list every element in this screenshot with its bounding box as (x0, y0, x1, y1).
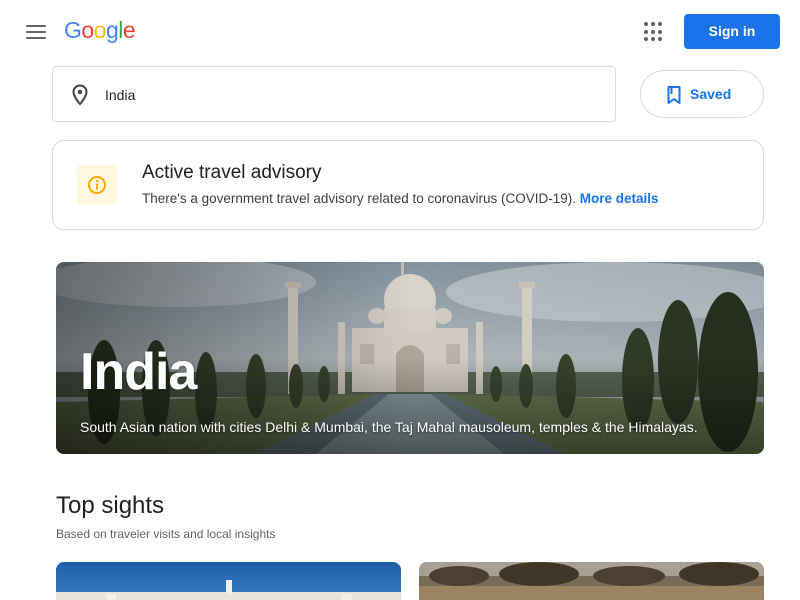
sight-image (419, 562, 764, 600)
logo-letter: g (105, 17, 119, 43)
google-logo[interactable]: Google (64, 17, 136, 44)
logo-letter: o (93, 17, 107, 43)
sign-in-button[interactable]: Sign in (684, 14, 780, 49)
apps-grid-icon[interactable] (640, 20, 664, 44)
destination-title: India (80, 343, 197, 401)
top-bar: Google Sign in (0, 0, 800, 64)
location-pin-icon (71, 84, 89, 111)
bookmark-icon (666, 85, 682, 110)
search-input[interactable] (105, 83, 585, 107)
sight-card[interactable] (419, 562, 764, 600)
travel-advisory-card: Active travel advisory There's a governm… (52, 140, 764, 230)
top-sights-heading: Top sights (56, 492, 165, 519)
logo-letter: e (122, 17, 136, 43)
logo-letter: o (81, 17, 94, 43)
advisory-description: There's a government travel advisory rel… (142, 191, 659, 206)
advisory-title: Active travel advisory (142, 162, 322, 183)
hamburger-menu-icon[interactable] (22, 20, 50, 44)
top-sights-subtitle: Based on traveler visits and local insig… (56, 527, 276, 541)
saved-button[interactable]: Saved (640, 70, 764, 118)
destination-description: South Asian nation with cities Delhi & M… (80, 419, 698, 435)
search-box[interactable] (52, 66, 616, 122)
info-icon (77, 165, 117, 205)
sight-card[interactable] (56, 562, 401, 600)
destination-hero[interactable]: India South Asian nation with cities Del… (56, 262, 764, 454)
sight-image (56, 562, 401, 600)
logo-letter: G (64, 17, 82, 43)
more-details-link[interactable]: More details (580, 191, 659, 206)
saved-label: Saved (690, 86, 732, 102)
advisory-text: There's a government travel advisory rel… (142, 191, 577, 206)
